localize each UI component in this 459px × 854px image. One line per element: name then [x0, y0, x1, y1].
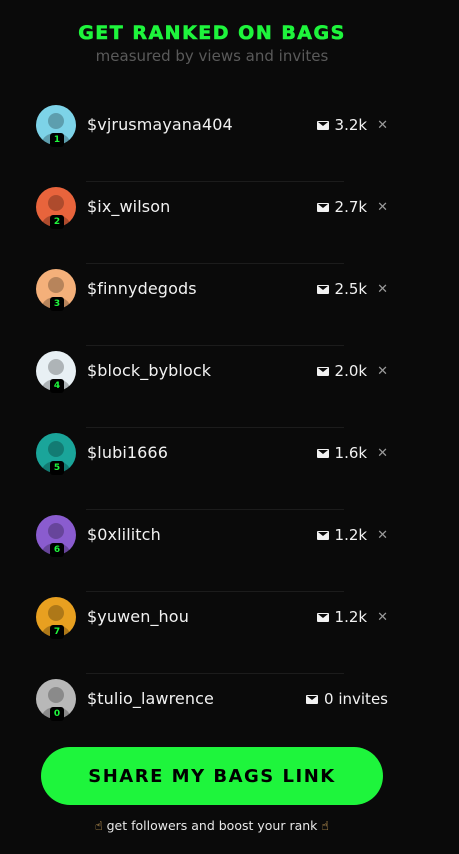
invite-count: 1.2k [334, 608, 368, 626]
invite-count: 3.2k [334, 116, 368, 134]
rank-badge: 4 [50, 379, 64, 393]
invite-count: 1.6k [334, 444, 368, 462]
leaderboard-row[interactable]: 4 $block_byblock 2.0k ✕ [36, 346, 388, 428]
pointing-hand-icon: ☝ [94, 818, 103, 833]
user-handle[interactable]: $0xlilitch [87, 525, 161, 544]
leaderboard-row[interactable]: 2 $ix_wilson 2.7k ✕ [36, 182, 388, 264]
x-logo-icon[interactable]: ✕ [377, 528, 388, 543]
footer-note: ☝ get followers and boost your rank ☝ [0, 818, 424, 833]
page-subtitle: measured by views and invites [95, 47, 329, 65]
x-logo-icon[interactable]: ✕ [377, 118, 388, 133]
user-handle[interactable]: $tulio_lawrence [87, 689, 214, 708]
page-title: GET RANKED ON BAGS [78, 22, 346, 45]
user-handle[interactable]: $ix_wilson [87, 197, 170, 216]
x-logo-icon[interactable]: ✕ [377, 610, 388, 625]
leaderboard-row[interactable]: 7 $yuwen_hou 1.2k ✕ [36, 592, 388, 674]
invite-count: 2.5k [334, 280, 368, 298]
mail-icon [316, 612, 329, 622]
leaderboard-row[interactable]: 5 $lubi1666 1.6k ✕ [36, 428, 388, 510]
mail-icon [316, 202, 329, 212]
leaderboard-row[interactable]: 1 $vjrusmayana404 3.2k ✕ [36, 100, 388, 182]
header: GET RANKED ON BAGS measured by views and… [0, 22, 424, 66]
rank-badge: 5 [50, 461, 64, 475]
rank-badge: 0 [50, 707, 64, 721]
invite-count: 1.2k [334, 526, 368, 544]
stats: 2.0k ✕ [316, 362, 388, 380]
user-handle[interactable]: $finnydegods [87, 279, 197, 298]
user-handle[interactable]: $lubi1666 [87, 443, 168, 462]
invite-count: 0 invites [324, 690, 388, 708]
invite-count: 2.7k [334, 198, 368, 216]
stats: 1.6k ✕ [316, 444, 388, 462]
leaderboard-row[interactable]: 6 $0xlilitch 1.2k ✕ [36, 510, 388, 592]
rank-badge: 3 [50, 297, 64, 311]
footer-text: get followers and boost your rank [106, 818, 318, 833]
mail-icon [316, 284, 329, 294]
mail-icon [306, 694, 319, 704]
stats: 3.2k ✕ [316, 116, 388, 134]
x-logo-icon[interactable]: ✕ [377, 446, 388, 461]
user-handle[interactable]: $block_byblock [87, 361, 211, 380]
mail-icon [316, 366, 329, 376]
leaderboard-list: 1 $vjrusmayana404 3.2k ✕ 2 $ix_wilson 2.7k ✕ 3 $f… [36, 100, 388, 756]
x-logo-icon[interactable]: ✕ [377, 200, 388, 215]
rank-badge: 2 [50, 215, 64, 229]
rank-badge: 6 [50, 543, 64, 557]
leaderboard-row[interactable]: 0 $tulio_lawrence 0 invites [36, 674, 388, 756]
stats: 2.5k ✕ [316, 280, 388, 298]
rank-badge: 7 [50, 625, 64, 639]
mail-icon [316, 120, 329, 130]
stats: 2.7k ✕ [316, 198, 388, 216]
stats: 0 invites [306, 690, 388, 708]
mail-icon [316, 530, 329, 540]
pointing-hand-icon: ☝ [321, 818, 330, 833]
stats: 1.2k ✕ [316, 608, 388, 626]
rank-badge: 1 [50, 133, 64, 147]
x-logo-icon[interactable]: ✕ [377, 282, 388, 297]
leaderboard-row[interactable]: 3 $finnydegods 2.5k ✕ [36, 264, 388, 346]
user-handle[interactable]: $vjrusmayana404 [87, 115, 233, 134]
mail-icon [316, 448, 329, 458]
user-handle[interactable]: $yuwen_hou [87, 607, 189, 626]
share-link-button[interactable]: SHARE MY BAGS LINK [41, 747, 383, 805]
invite-count: 2.0k [334, 362, 368, 380]
x-logo-icon[interactable]: ✕ [377, 364, 388, 379]
stats: 1.2k ✕ [316, 526, 388, 544]
